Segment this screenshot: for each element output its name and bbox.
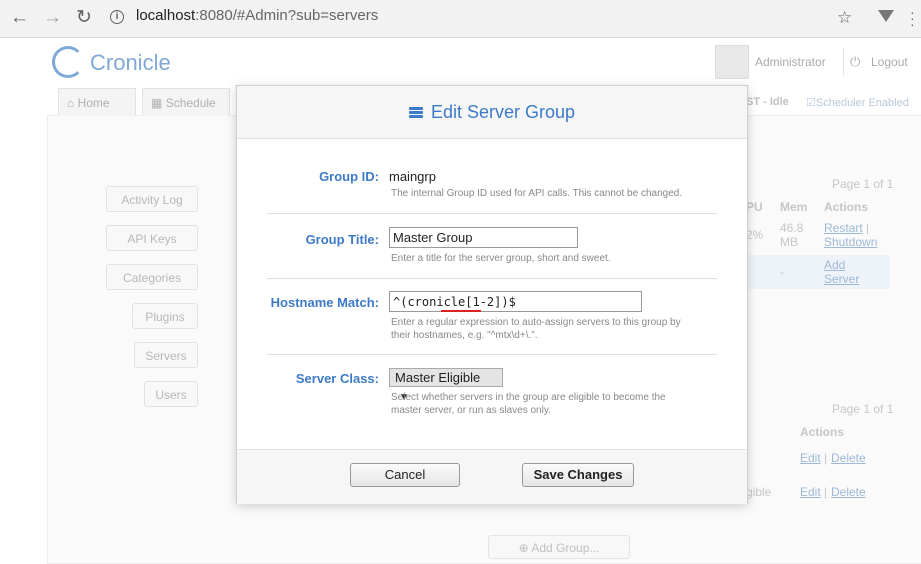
sidebar-item-servers[interactable]: Servers	[134, 342, 198, 368]
app-logo: Cronicle	[90, 50, 171, 75]
hostname-match-caption-2: their hostnames, e.g. "^mtx\d+\.".	[391, 330, 538, 341]
server-class-value: Master Eligible	[395, 370, 481, 385]
avatar[interactable]	[715, 45, 749, 79]
power-icon: ⏻	[850, 54, 861, 69]
group-class-text: gible	[746, 485, 772, 499]
sidebar-item-categories[interactable]: Categories	[106, 264, 198, 290]
group-title-input[interactable]	[389, 227, 578, 248]
bookmark-star-icon[interactable]: ☆	[837, 8, 852, 28]
link-separator: |	[824, 485, 828, 499]
info-icon[interactable]: i	[110, 10, 124, 24]
username[interactable]: Administrator	[755, 55, 826, 69]
menu-icon[interactable]: · · ·	[910, 5, 915, 31]
save-changes-button[interactable]: Save Changes	[522, 463, 634, 487]
add-group-label: Add Group...	[531, 541, 600, 555]
divider	[267, 278, 717, 279]
divider	[267, 213, 717, 214]
hostname-match-label: Hostname Match:	[270, 295, 379, 310]
cancel-button[interactable]: Cancel	[350, 463, 460, 487]
hostname-match-caption-1: Enter a regular expression to auto-assig…	[391, 317, 681, 328]
reload-icon[interactable]: ↻	[76, 8, 92, 28]
edit-group-link[interactable]: Edit	[800, 451, 821, 465]
tab-schedule-label: Schedule	[165, 96, 216, 110]
plus-circle-icon: ⊕	[518, 541, 529, 555]
url-path: :8080/#Admin?sub=servers	[195, 7, 379, 24]
extension-icon[interactable]	[878, 10, 894, 22]
edit-group-link[interactable]: Edit	[800, 485, 821, 499]
cpu-value: 2%	[746, 228, 764, 242]
sidebar-item-activity-log[interactable]: Activity Log	[106, 186, 198, 212]
group-id-caption: The internal Group ID used for API calls…	[391, 188, 683, 199]
col-actions-groups: Actions	[800, 425, 845, 439]
row-dash: -	[780, 265, 784, 279]
spellcheck-underline	[441, 310, 481, 312]
server-class-label: Server Class:	[295, 371, 379, 386]
add-server-link-line2[interactable]: Server	[824, 272, 859, 286]
forward-arrow-icon[interactable]: →	[43, 8, 62, 28]
logout-link[interactable]: Logout	[871, 55, 908, 69]
pagination-label-groups: Page 1 of 1	[832, 402, 894, 416]
header-divider	[843, 48, 844, 76]
group-title-label: Group Title:	[305, 232, 379, 247]
dialog-title-text: Edit Server Group	[430, 102, 576, 122]
scheduler-toggle[interactable]: ☑Scheduler Enabled	[806, 96, 909, 109]
highlighted-row	[740, 255, 890, 289]
group-title-caption: Enter a title for the server group, shor…	[391, 253, 611, 264]
group-id-label: Group ID:	[319, 169, 379, 184]
shutdown-link[interactable]: Shutdown	[824, 235, 877, 249]
sidebar-item-plugins[interactable]: Plugins	[132, 303, 198, 329]
tab-home[interactable]: ⌂ Home	[58, 88, 136, 116]
add-group-button[interactable]: ⊕ Add Group...	[488, 535, 630, 559]
hostname-match-input[interactable]	[389, 291, 642, 312]
tab-schedule[interactable]: ▦ Schedule	[142, 88, 230, 116]
pagination-label: Page 1 of 1	[832, 177, 894, 191]
browser-toolbar: ← → ↻ i localhost:8080/#Admin?sub=servers…	[0, 0, 921, 38]
server-class-select[interactable]: Master Eligible ▼	[389, 368, 503, 403]
edit-server-group-dialog: Edit Server Group Group ID: maingrp The …	[236, 85, 748, 504]
home-icon: ⌂	[67, 96, 75, 110]
logo-clock-icon	[52, 46, 84, 78]
restart-link[interactable]: Restart	[824, 221, 863, 235]
add-server-link[interactable]: Add	[824, 258, 845, 272]
server-class-caption-2: master server, or run as slaves only.	[391, 405, 551, 416]
scheduler-status: Scheduler Enabled	[815, 97, 909, 109]
divider	[267, 354, 717, 355]
sidebar-item-users[interactable]: Users	[144, 381, 198, 407]
tab-home-label: Home	[77, 96, 110, 110]
server-class-caption-1: Select whether servers in the group are …	[391, 392, 666, 403]
calendar-icon: ▦	[151, 96, 163, 110]
col-cpu: PU	[746, 200, 763, 214]
mem-value: 46.8	[780, 221, 804, 235]
back-arrow-icon[interactable]: ←	[10, 8, 29, 28]
sidebar-item-api-keys[interactable]: API Keys	[106, 225, 198, 251]
dialog-title: Edit Server Group	[237, 102, 747, 123]
dialog-footer	[237, 449, 747, 504]
group-id-value: maingrp	[389, 169, 436, 184]
delete-group-link[interactable]: Delete	[831, 485, 866, 499]
url-host: localhost	[136, 7, 196, 24]
col-mem: Mem	[780, 200, 808, 214]
mem-unit: MB	[780, 235, 798, 249]
job-status: ST - Idle	[746, 96, 789, 108]
link-separator: |	[866, 221, 870, 235]
address-bar[interactable]: i localhost:8080/#Admin?sub=servers	[110, 7, 870, 29]
checkbox-icon: ☑	[806, 97, 816, 109]
delete-group-link[interactable]: Delete	[831, 451, 866, 465]
server-icon	[408, 107, 423, 119]
link-separator: |	[824, 451, 828, 465]
col-actions: Actions	[824, 200, 869, 214]
